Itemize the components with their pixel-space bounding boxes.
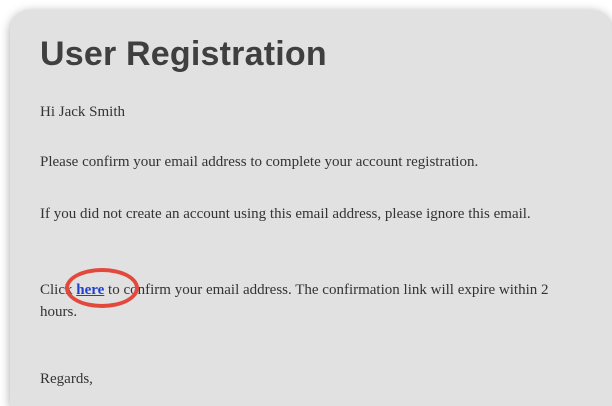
confirm-email-link[interactable]: here bbox=[76, 282, 104, 298]
click-suffix: to confirm your email address. The confi… bbox=[40, 282, 549, 320]
click-prefix: Click bbox=[40, 282, 77, 298]
confirm-message: Please confirm your email address to com… bbox=[40, 154, 479, 170]
ignore-message: If you did not create an account using t… bbox=[40, 206, 531, 222]
confirm-link-paragraph: Click here to confirm your email address… bbox=[40, 279, 588, 323]
sign-off-text: Regards, bbox=[40, 371, 93, 387]
page-title: User Registration bbox=[40, 35, 327, 73]
email-card: User Registration Hi Jack Smith Please c… bbox=[10, 10, 612, 406]
greeting-text: Hi Jack Smith bbox=[40, 104, 125, 120]
